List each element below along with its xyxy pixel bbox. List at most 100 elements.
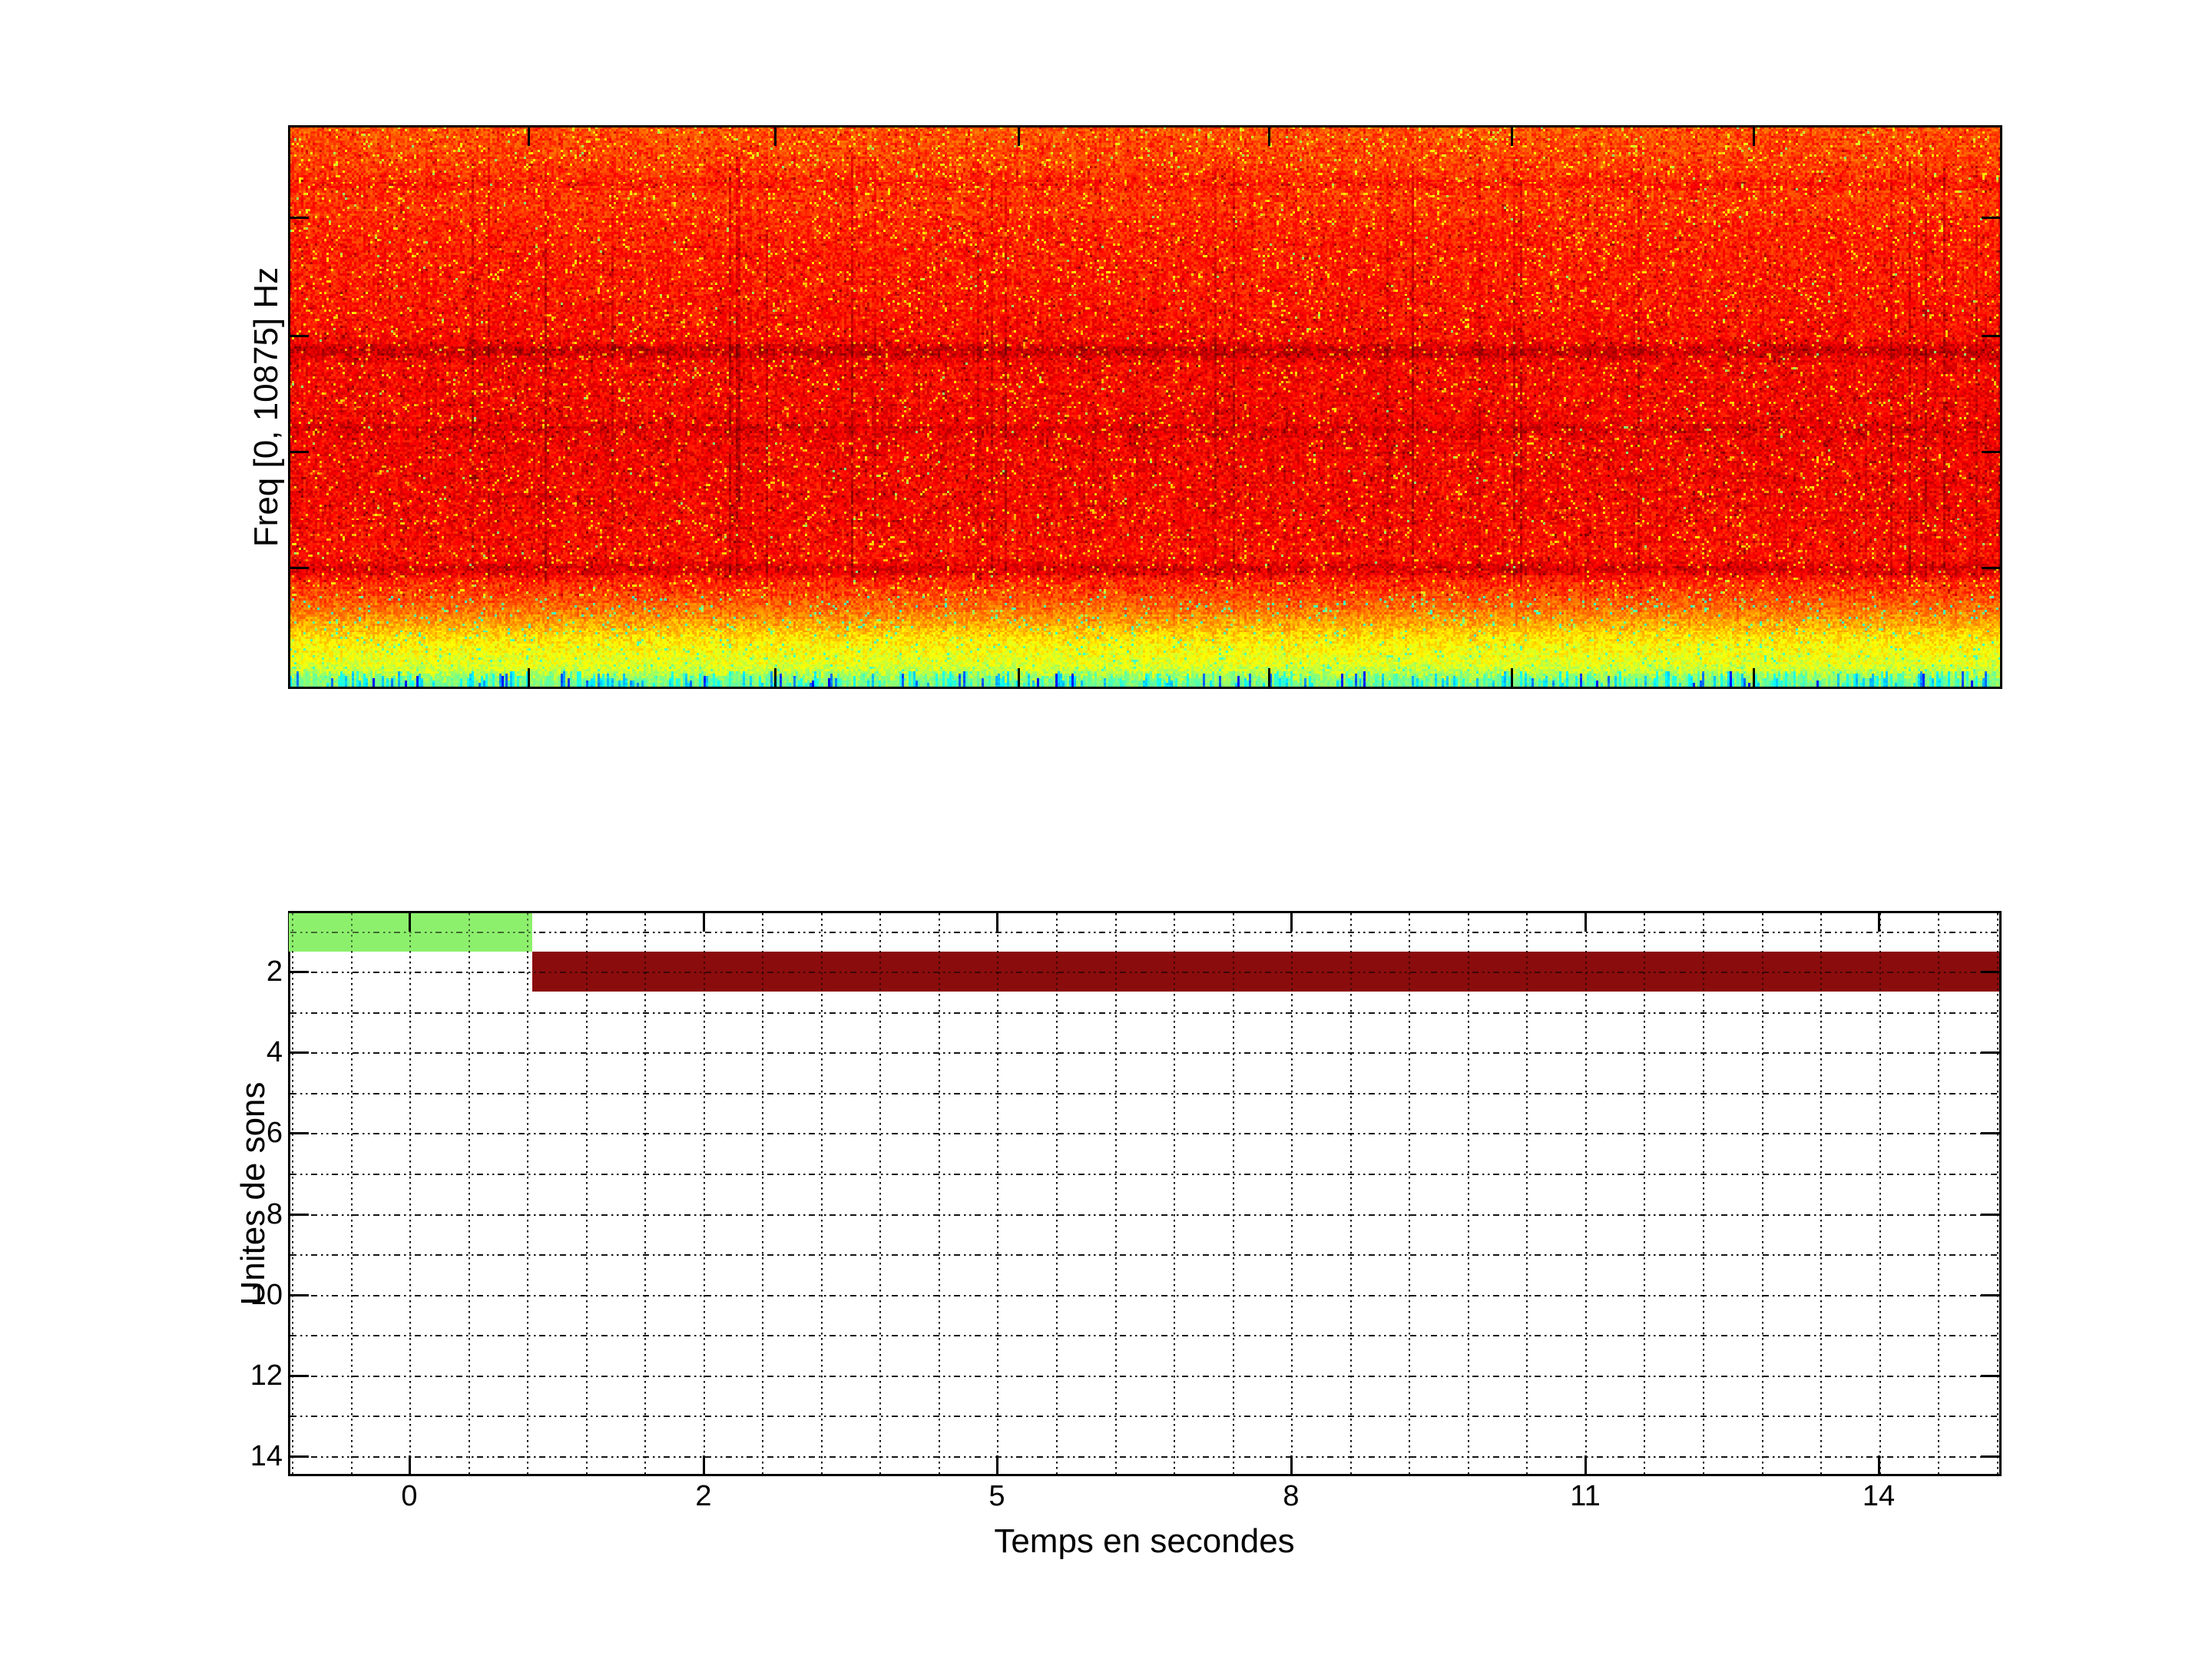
spectrogram-y-tick: [290, 567, 309, 569]
grid-vline: [1938, 913, 1940, 1474]
x-tick-label: 11: [1570, 1480, 1601, 1512]
x-tick: [1878, 1455, 1880, 1474]
y-tick: [1981, 1294, 1999, 1296]
grid-vline: [1291, 913, 1293, 1474]
x-tick: [1290, 913, 1293, 932]
spectrogram-x-tick: [1018, 668, 1020, 687]
y-tick-label: 4: [266, 1036, 283, 1068]
x-tick-label: 2: [695, 1480, 712, 1512]
y-tick: [290, 1214, 309, 1216]
y-tick: [1981, 1132, 1999, 1134]
grid-vline: [644, 913, 647, 1474]
y-tick-label: 2: [266, 955, 283, 988]
grid-vline: [820, 913, 823, 1474]
y-tick: [290, 1294, 309, 1296]
grid-vline: [1879, 913, 1881, 1474]
y-tick: [290, 1132, 309, 1134]
spectrogram-y-tick: [290, 217, 309, 219]
spectrogram-x-tick: [1753, 668, 1755, 687]
spectrogram-x-tick: [528, 127, 530, 146]
grid-vline: [1409, 913, 1411, 1474]
grid-vline: [585, 913, 588, 1474]
grid-vline: [527, 913, 529, 1474]
x-tick: [409, 1455, 411, 1474]
grid-hline: [290, 1375, 1999, 1377]
grid-hline: [290, 1416, 1999, 1418]
spectrogram-x-tick: [1753, 127, 1755, 146]
x-tick: [703, 1455, 705, 1474]
spectrogram-x-tick: [1511, 668, 1513, 687]
y-tick: [290, 971, 309, 973]
y-tick-label: 14: [250, 1440, 283, 1472]
spectrogram-plot-frame: [288, 125, 2002, 689]
grid-vline: [879, 913, 882, 1474]
x-tick-label: 0: [401, 1480, 418, 1512]
x-tick: [1878, 913, 1880, 932]
y-tick: [1981, 1214, 1999, 1216]
y-tick: [1981, 1051, 1999, 1054]
grid-vline: [997, 913, 999, 1474]
grid-vline: [1584, 913, 1587, 1474]
spectrogram-x-tick: [774, 668, 777, 687]
y-tick: [1981, 1455, 1999, 1458]
y-tick: [290, 1455, 309, 1458]
x-tick: [703, 913, 705, 932]
spectrogram-y-tick: [1982, 451, 2000, 453]
grid-vline: [292, 913, 293, 1474]
grid-hline: [290, 1092, 1999, 1094]
matlab-figure: Freq [0, 10875] Hz 0 2 5 8 11 14 2 4 6 8 10 12 14 Un…: [0, 0, 2212, 1659]
spectrogram-y-tick: [1982, 335, 2000, 337]
y-tick-label: 12: [250, 1359, 283, 1392]
y-tick: [290, 1375, 309, 1377]
grid-vline: [350, 913, 353, 1474]
grid-vline: [1232, 913, 1234, 1474]
x-tick: [1290, 1455, 1293, 1474]
y-tick: [290, 1051, 309, 1054]
x-tick: [996, 913, 998, 932]
x-tick: [1584, 913, 1587, 932]
spectrogram-x-tick: [528, 668, 530, 687]
grid-vline: [409, 913, 412, 1474]
grid-hline: [290, 1214, 1999, 1216]
x-axis-label: Temps en secondes: [994, 1522, 1295, 1560]
grid-hline: [290, 1254, 1999, 1257]
grid-vline: [703, 913, 705, 1474]
grid-vline: [1526, 913, 1528, 1474]
grid-hline: [290, 1173, 1999, 1175]
grid-vline: [1114, 913, 1117, 1474]
grid-hline: [290, 1052, 1999, 1055]
y-tick: [1981, 1375, 1999, 1377]
y-tick: [1981, 971, 1999, 973]
grid-vline: [1467, 913, 1469, 1474]
grid-vline: [1174, 913, 1176, 1474]
spectrogram-y-tick: [1982, 217, 2000, 219]
x-tick-label: 5: [988, 1480, 1005, 1512]
grid-hline: [290, 931, 1999, 933]
spectrogram-y-tick: [1982, 567, 2000, 569]
grid-vline: [1702, 913, 1704, 1474]
grid-vline: [1761, 913, 1763, 1474]
spectrogram-x-tick: [1268, 127, 1270, 146]
grid-vline: [1056, 913, 1058, 1474]
x-tick: [996, 1455, 998, 1474]
grid-hline: [290, 972, 1999, 974]
spectrogram-y-tick: [290, 335, 309, 337]
grid-vline: [1820, 913, 1823, 1474]
grid-vline: [468, 913, 470, 1474]
grid-vline: [1349, 913, 1352, 1474]
spectrogram-x-tick: [774, 127, 777, 146]
grid-hline: [290, 1012, 1999, 1014]
spectrogram-x-tick: [1268, 668, 1270, 687]
spectrogram-y-tick: [290, 451, 309, 453]
sound-units-plot-frame: [288, 911, 2002, 1476]
x-tick: [1584, 1455, 1587, 1474]
grid-hline: [290, 1133, 1999, 1135]
grid-vline: [1644, 913, 1646, 1474]
grid-hline: [290, 1455, 1999, 1458]
x-tick-label: 14: [1862, 1480, 1896, 1512]
spectrogram-x-tick: [1511, 127, 1513, 146]
top-ylabel: Freq [0, 10875] Hz: [247, 267, 285, 548]
x-tick-label: 8: [1283, 1480, 1300, 1512]
grid-vline: [938, 913, 940, 1474]
x-tick: [409, 913, 411, 932]
